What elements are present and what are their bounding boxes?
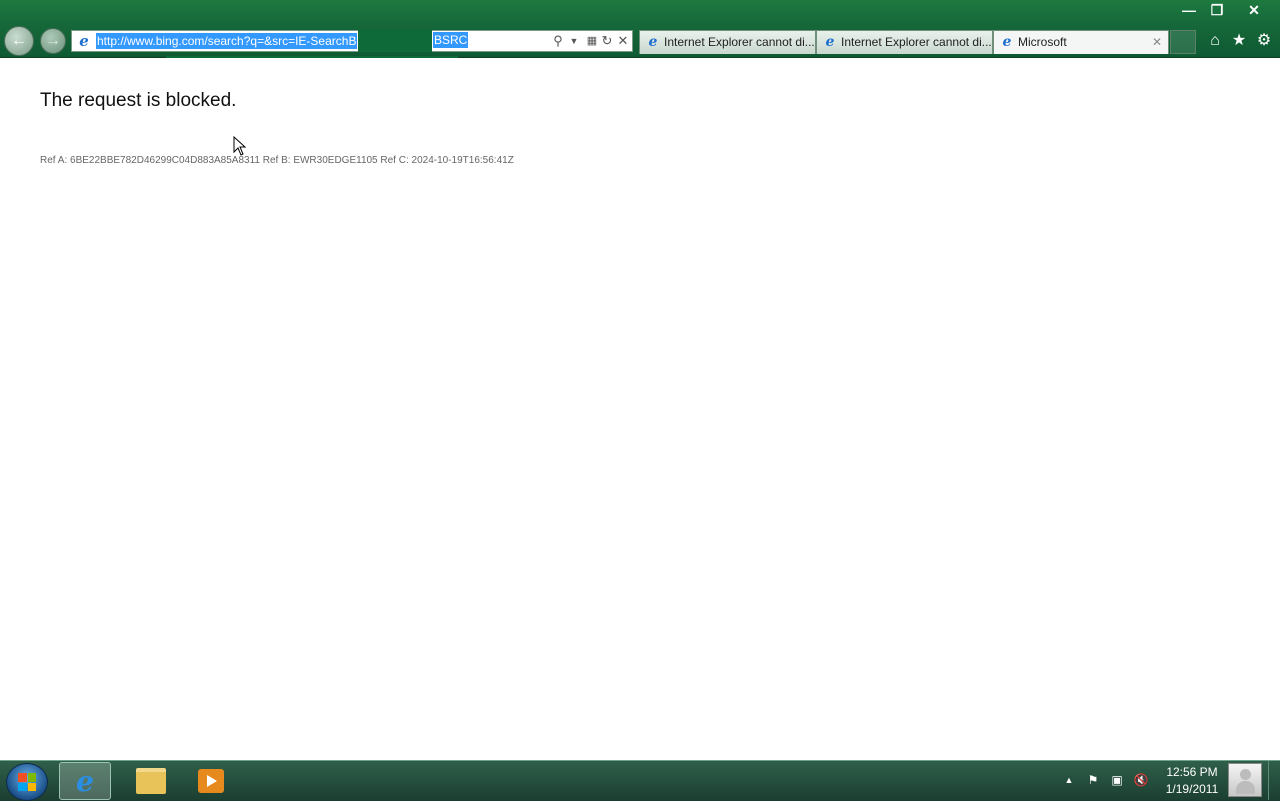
- home-icon[interactable]: ⌂: [1204, 30, 1226, 52]
- start-icon: [18, 773, 36, 791]
- user-icon[interactable]: [1228, 763, 1262, 797]
- start-button[interactable]: [6, 763, 48, 801]
- volume-muted-icon[interactable]: 🔇: [1132, 770, 1150, 790]
- taskbar-internet-explorer[interactable]: e: [59, 762, 111, 800]
- reference-line: Ref A: 6BE22BBE782D46299C04D883A85A8311 …: [40, 155, 514, 166]
- taskbar-file-explorer[interactable]: [125, 762, 177, 800]
- forward-button[interactable]: →: [40, 28, 66, 54]
- favorites-icon[interactable]: ★: [1228, 30, 1250, 52]
- address-bar[interactable]: e http://www.bing.com/search?q=&src=IE-S…: [71, 30, 633, 52]
- show-hidden-icons-button[interactable]: ▲: [1060, 770, 1078, 790]
- redaction-block: [358, 30, 432, 52]
- show-desktop-button[interactable]: [1268, 761, 1280, 800]
- media-player-icon: [198, 769, 224, 793]
- folder-icon: [136, 768, 166, 794]
- tab-label: Internet Explorer cannot di...: [664, 35, 815, 49]
- tab-label: Internet Explorer cannot di...: [841, 35, 992, 49]
- maximize-button[interactable]: ❐: [1200, 0, 1234, 20]
- network-icon[interactable]: ▣: [1108, 770, 1126, 790]
- tools-icon[interactable]: ⚙: [1253, 30, 1275, 52]
- dropdown-icon[interactable]: ▼: [567, 32, 581, 50]
- clock-date[interactable]: 1/19/2011: [1156, 782, 1228, 796]
- back-icon: ←: [11, 32, 27, 49]
- address-url-selected[interactable]: http://www.bing.com/search?q=&src=IE-Sea…: [96, 33, 358, 49]
- page-content: The request is blocked. Ref A: 6BE22BBE7…: [0, 58, 1280, 760]
- ie-icon: e: [76, 764, 94, 798]
- browser-chrome: — ❐ ✕ ← → e http://www.bing.com/search?q…: [0, 0, 1280, 63]
- address-url-tail[interactable]: BSRC: [433, 32, 469, 48]
- page-title: The request is blocked.: [40, 90, 237, 111]
- ie-icon: e: [1002, 34, 1012, 50]
- close-tab-icon[interactable]: ✕: [1152, 31, 1162, 53]
- ie-icon: e: [648, 34, 658, 50]
- back-button[interactable]: ←: [4, 26, 34, 56]
- ie-icon: e: [825, 34, 835, 50]
- compatibility-icon[interactable]: ▦: [585, 32, 599, 50]
- tab-microsoft[interactable]: e Microsoft ✕: [993, 30, 1169, 54]
- tab-ie-error-1[interactable]: e Internet Explorer cannot di...: [639, 30, 816, 54]
- clock-time[interactable]: 12:56 PM: [1156, 765, 1228, 779]
- forward-icon: →: [45, 32, 61, 49]
- stop-icon[interactable]: ✕: [616, 32, 630, 50]
- new-tab-button[interactable]: [1170, 30, 1196, 54]
- close-window-button[interactable]: ✕: [1234, 0, 1274, 20]
- tab-ie-error-2[interactable]: e Internet Explorer cannot di...: [816, 30, 993, 54]
- refresh-icon[interactable]: ↻: [600, 32, 614, 50]
- flag-icon[interactable]: ⚑: [1084, 770, 1102, 790]
- search-icon[interactable]: ⚲: [551, 32, 565, 50]
- ie-icon: e: [79, 32, 89, 50]
- taskbar-media-player[interactable]: [185, 762, 237, 800]
- tab-label: Microsoft: [1018, 35, 1067, 49]
